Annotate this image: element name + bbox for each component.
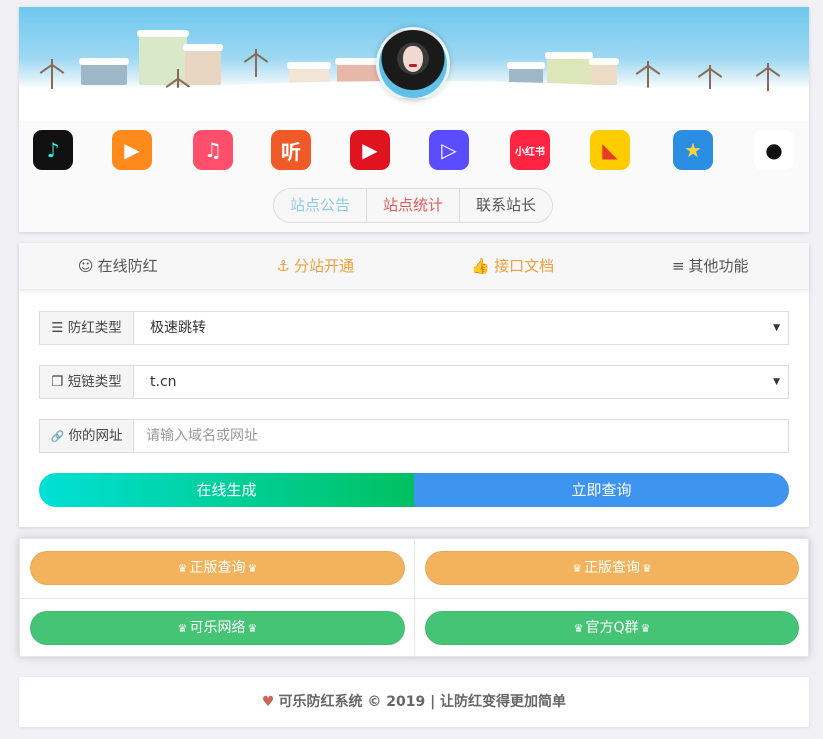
action-button-group: 在线生成 立即查询: [39, 473, 789, 507]
antiblock-type-select[interactable]: 极速跳转 ▼: [134, 312, 788, 344]
menu-icon: ≡: [671, 257, 685, 275]
kuaishou-icon[interactable]: ▶: [112, 130, 152, 170]
heart-icon: ♥: [261, 694, 275, 710]
antiblock-type-label: ☰ 防红类型: [40, 312, 134, 344]
tab-site-notice[interactable]: 站点公告: [274, 189, 368, 222]
url-label: 🔗 你的网址: [40, 420, 134, 452]
shortlink-type-select[interactable]: t.cn ▼: [134, 366, 788, 398]
winter-banner: [19, 7, 809, 121]
generate-button[interactable]: 在线生成: [39, 473, 414, 507]
tencent-video-icon[interactable]: ▷: [429, 130, 469, 170]
grid-cell: ♛ 正版查询 ♛: [20, 539, 415, 598]
house-decoration: [545, 52, 593, 85]
tree-decoration: [51, 59, 53, 89]
tree-decoration: [709, 65, 711, 89]
qq-icon[interactable]: ●: [754, 130, 794, 170]
nav-online-antiblock[interactable]: ☺ 在线防红: [19, 243, 217, 289]
function-nav: ☺ 在线防红 ⚓ 分站开通 👍 接口文档 ≡ 其他功能: [19, 243, 809, 290]
footer: ♥ 可乐防红系统 © 2019 | 让防红变得更加简单: [19, 677, 809, 727]
header-card: ♪ ▶ ♫ 听 ▶ ▷ 小红书 ◣ ★ ● 站点公告 站点统计 联系站长: [19, 7, 809, 232]
gift-icon: ♛: [573, 622, 584, 635]
list-icon: ☰: [51, 320, 64, 336]
tiktok-icon[interactable]: ♪: [33, 130, 73, 170]
xiaohongshu-icon[interactable]: 小红书: [510, 130, 550, 170]
grid-cell: ♛ 官方Q群 ♛: [414, 598, 809, 657]
quick-links-card: ♛ 正版查询 ♛ ♛ 正版查询 ♛ ♛ 可乐网络 ♛ ♛ 官方Q群 ♛: [19, 538, 809, 657]
house-decoration: [137, 30, 189, 85]
gift-icon: ♛: [572, 562, 582, 575]
shortlink-type-label: ❐ 短链类型: [40, 366, 134, 398]
tree-decoration: [255, 49, 257, 77]
app-icon-row: ♪ ▶ ♫ 听 ▶ ▷ 小红书 ◣ ★ ●: [19, 127, 809, 177]
nav-substation[interactable]: ⚓ 分站开通: [217, 243, 415, 289]
genuine-query-button-2[interactable]: ♛ 正版查询 ♛: [425, 551, 799, 585]
nav-api-docs[interactable]: 👍 接口文档: [414, 243, 612, 289]
gift-icon: ♛: [247, 562, 258, 575]
footer-text: 可乐防红系统 © 2019 | 让防红变得更加简单: [278, 694, 567, 710]
official-qq-group-button[interactable]: ♛ 官方Q群 ♛: [425, 611, 799, 645]
tree-decoration: [647, 61, 649, 89]
gift-icon: ♛: [640, 622, 651, 635]
video-play-icon[interactable]: ▶: [350, 130, 390, 170]
caret-down-icon: ▼: [773, 377, 780, 387]
house-decoration: [589, 58, 619, 85]
qzone-icon[interactable]: ★: [673, 130, 713, 170]
tree-decoration: [767, 63, 769, 91]
query-button[interactable]: 立即查询: [414, 473, 789, 507]
notice-tabs: 站点公告 站点统计 联系站长: [273, 188, 554, 223]
grid-cell: ♛ 可乐网络 ♛: [20, 598, 415, 657]
house-decoration: [183, 44, 223, 85]
caret-down-icon: ▼: [773, 323, 780, 333]
shortlink-type-row: ❐ 短链类型 t.cn ▼: [39, 365, 789, 399]
house-decoration: [79, 58, 129, 85]
copy-icon: ❐: [51, 374, 64, 390]
anchor-icon: ⚓: [276, 257, 290, 275]
gift-icon: ♛: [642, 562, 652, 575]
thumbs-up-icon: 👍: [471, 257, 491, 275]
gift-icon: ♛: [177, 622, 188, 635]
antiblock-type-row: ☰ 防红类型 极速跳转 ▼: [39, 311, 789, 345]
smile-icon: ☺: [77, 257, 94, 275]
avatar: [376, 27, 450, 101]
gift-icon: ♛: [177, 562, 188, 575]
genuine-query-button[interactable]: ♛ 正版查询 ♛: [30, 551, 405, 585]
quanmin-icon[interactable]: ♫: [193, 130, 233, 170]
nav-other-functions[interactable]: ≡ 其他功能: [612, 243, 810, 289]
form-card: ☺ 在线防红 ⚓ 分站开通 👍 接口文档 ≡ 其他功能 ☰ 防红类型 极速跳转 ▼ ❐ …: [19, 243, 809, 527]
url-row: 🔗 你的网址: [39, 419, 789, 453]
kele-network-button[interactable]: ♛ 可乐网络 ♛: [30, 611, 405, 645]
ting-icon[interactable]: 听: [271, 130, 311, 170]
tab-site-stats[interactable]: 站点统计: [367, 189, 461, 222]
tab-contact-admin[interactable]: 联系站长: [460, 189, 552, 222]
fun-face-icon[interactable]: ◣: [590, 130, 630, 170]
grid-cell: ♛ 正版查询 ♛: [414, 539, 809, 598]
link-icon: 🔗: [50, 430, 65, 443]
url-input[interactable]: [134, 420, 788, 452]
gift-icon: ♛: [247, 622, 258, 635]
